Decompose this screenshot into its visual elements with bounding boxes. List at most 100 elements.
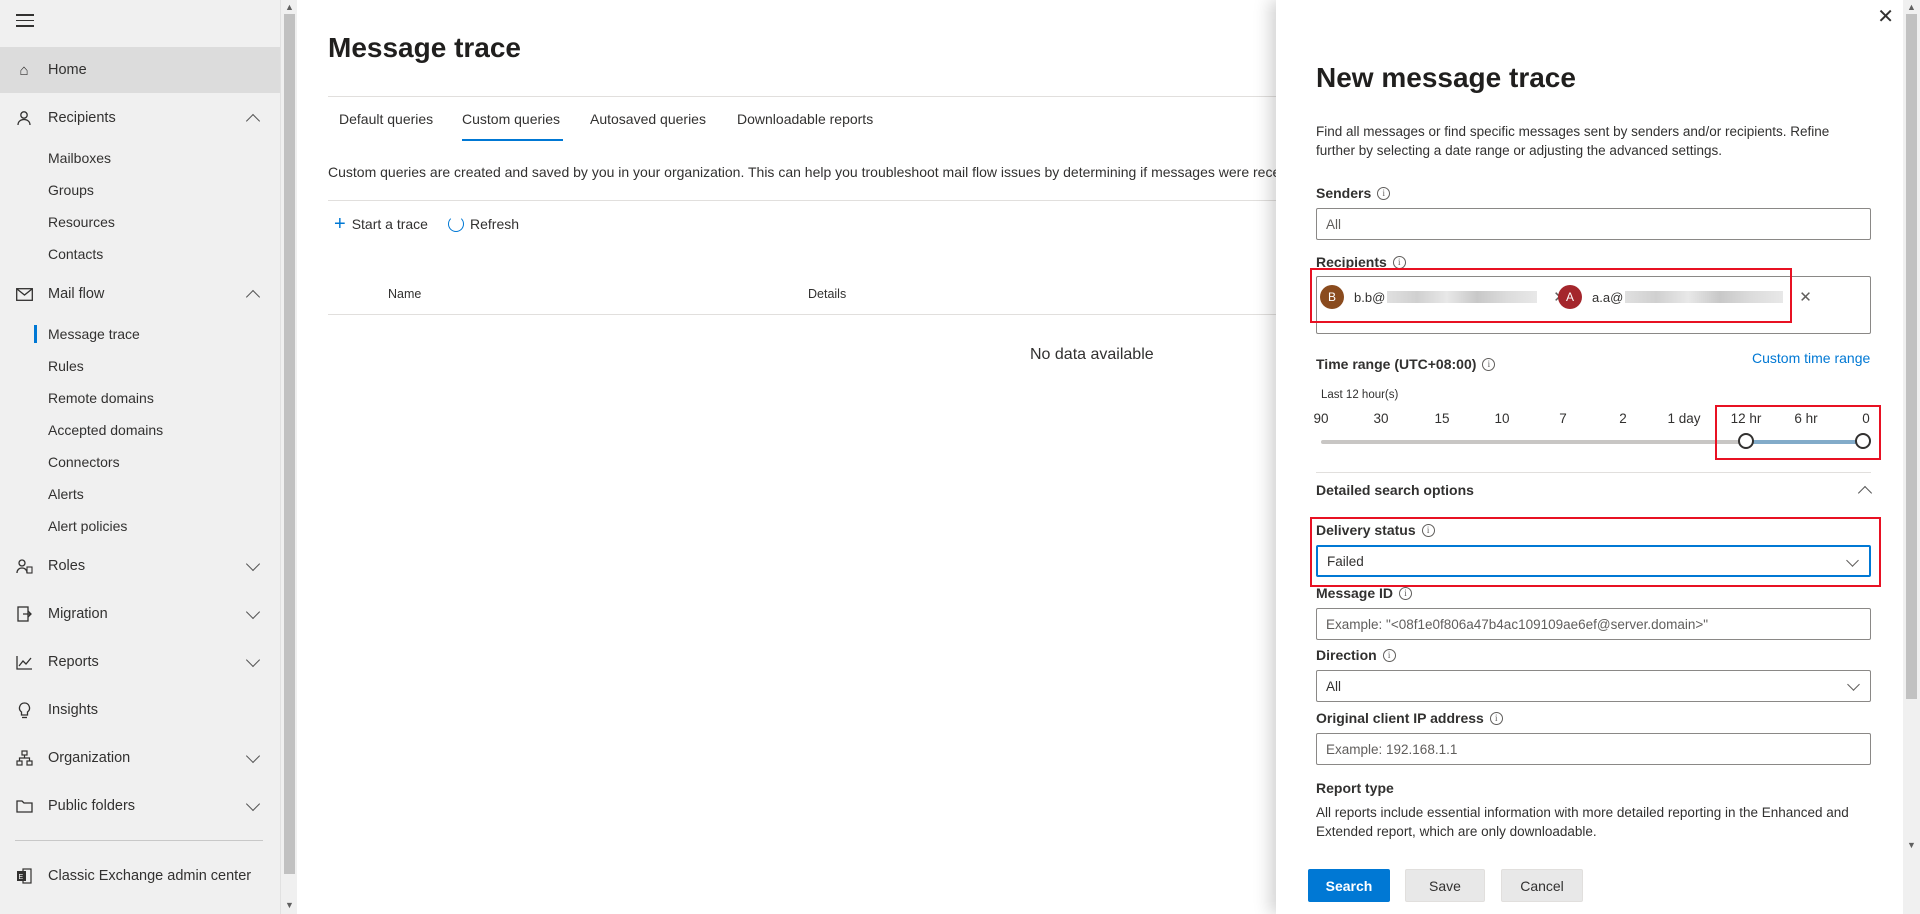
- nav-item-migration[interactable]: Migration: [0, 591, 280, 637]
- scroll-down-icon[interactable]: ▼: [1907, 840, 1916, 850]
- nav-item-public-folders[interactable]: Public folders: [0, 783, 280, 829]
- nav-item-mail-flow[interactable]: Mail flow: [0, 271, 280, 317]
- selected-range-text: Last 12 hour(s): [1321, 389, 1399, 401]
- lightbulb-icon: [15, 701, 33, 719]
- nav-sub-alert-policies[interactable]: Alert policies: [48, 518, 127, 534]
- chevron-down-icon[interactable]: [245, 748, 261, 764]
- chevron-down-icon[interactable]: [245, 652, 261, 668]
- panel-scrollbar[interactable]: ▲ ▼: [1903, 0, 1920, 914]
- nav-item-home[interactable]: ⌂ Home: [0, 47, 280, 93]
- nav-sub-alerts[interactable]: Alerts: [48, 486, 84, 502]
- tick-label: 1 day: [1667, 411, 1701, 426]
- message-id-input[interactable]: Example: "<08f1e0f806a47b4ac109109ae6ef@…: [1316, 608, 1871, 640]
- time-range-label: Time range (UTC+08:00) i: [1316, 356, 1496, 372]
- cancel-button[interactable]: Cancel: [1501, 869, 1583, 902]
- nav-sub-groups[interactable]: Groups: [48, 182, 94, 198]
- senders-label-text: Senders: [1316, 185, 1372, 201]
- info-icon[interactable]: i: [1382, 648, 1396, 662]
- info-icon[interactable]: i: [1482, 357, 1496, 371]
- chevron-down-icon[interactable]: [245, 796, 261, 812]
- nav-sub-connectors[interactable]: Connectors: [48, 454, 120, 470]
- page-title: Message trace: [328, 32, 522, 63]
- nav-label: Insights: [48, 702, 98, 718]
- client-ip-input[interactable]: Example: 192.168.1.1: [1316, 733, 1871, 765]
- start-trace-button[interactable]: + Start a trace: [334, 214, 428, 234]
- nav-item-classic-eac[interactable]: E Classic Exchange admin center: [0, 853, 280, 899]
- column-header-details[interactable]: Details: [808, 287, 846, 301]
- nav-sub-mailboxes[interactable]: Mailboxes: [48, 150, 111, 166]
- scroll-down-icon[interactable]: ▼: [285, 900, 294, 910]
- nav-sub-accepted-domains[interactable]: Accepted domains: [48, 422, 163, 438]
- search-button[interactable]: Search: [1308, 869, 1390, 902]
- save-button[interactable]: Save: [1405, 869, 1485, 902]
- nav-label: Roles: [48, 558, 86, 574]
- senders-label: Senders i: [1316, 185, 1391, 201]
- tick-label: 10: [1494, 411, 1510, 426]
- chevron-down-icon: [1847, 678, 1860, 691]
- chevron-up-icon[interactable]: [245, 289, 261, 305]
- nav-sub-contacts[interactable]: Contacts: [48, 246, 103, 262]
- nav-sub-message-trace[interactable]: Message trace: [48, 326, 140, 342]
- tab-custom-queries[interactable]: Custom queries: [462, 111, 560, 127]
- tab-downloadable-reports[interactable]: Downloadable reports: [737, 111, 873, 127]
- chevron-up-icon[interactable]: [245, 113, 261, 129]
- nav-sub-remote-domains[interactable]: Remote domains: [48, 390, 154, 406]
- migration-icon: [15, 605, 33, 623]
- custom-time-range-link[interactable]: Custom time range: [1752, 350, 1870, 366]
- column-header-name[interactable]: Name: [388, 287, 421, 301]
- nav-item-recipients[interactable]: Recipients: [0, 95, 280, 141]
- table-divider: [328, 314, 1278, 315]
- tabs-divider: [328, 96, 1278, 97]
- nav-item-roles[interactable]: Roles: [0, 543, 280, 589]
- client-ip-label-text: Original client IP address: [1316, 710, 1484, 726]
- info-icon[interactable]: i: [1377, 186, 1391, 200]
- chevron-up-icon[interactable]: [1857, 485, 1873, 501]
- nav-sub-rules[interactable]: Rules: [48, 358, 84, 374]
- tab-autosaved-queries[interactable]: Autosaved queries: [590, 111, 706, 127]
- nav-label: Reports: [48, 654, 99, 670]
- nav-label: Recipients: [48, 110, 116, 126]
- chart-icon: [15, 653, 33, 671]
- info-icon[interactable]: i: [1489, 711, 1503, 725]
- section-divider: [1316, 472, 1871, 473]
- refresh-label: Refresh: [470, 216, 520, 232]
- nav-label: Classic Exchange admin center: [48, 868, 252, 884]
- refresh-button[interactable]: Refresh: [448, 216, 519, 232]
- no-data-message: No data available: [1030, 346, 1154, 363]
- detailed-search-header[interactable]: Detailed search options: [1316, 482, 1474, 498]
- nav-item-organization[interactable]: Organization: [0, 735, 280, 781]
- nav-label: Home: [48, 62, 87, 78]
- remove-icon[interactable]: ✕: [1799, 288, 1812, 306]
- nav-scrollbar[interactable]: ▲ ▼: [280, 0, 297, 914]
- info-icon[interactable]: i: [1392, 255, 1406, 269]
- scroll-thumb[interactable]: [1906, 14, 1917, 699]
- scroll-up-icon[interactable]: ▲: [285, 2, 294, 12]
- exchange-icon: E: [15, 867, 33, 885]
- info-icon[interactable]: i: [1399, 586, 1413, 600]
- senders-placeholder: All: [1326, 216, 1342, 232]
- hamburger-icon[interactable]: [16, 14, 34, 30]
- tab-default-queries[interactable]: Default queries: [339, 111, 433, 127]
- tick-label: 7: [1559, 411, 1567, 426]
- nav-item-insights[interactable]: Insights: [0, 687, 280, 733]
- tab-active-indicator: [462, 139, 563, 141]
- nav-item-reports[interactable]: Reports: [0, 639, 280, 685]
- nav-label: Organization: [48, 750, 131, 766]
- message-id-label-text: Message ID: [1316, 585, 1394, 601]
- scroll-up-icon[interactable]: ▲: [1907, 2, 1916, 12]
- senders-input[interactable]: All: [1316, 208, 1871, 240]
- scroll-thumb[interactable]: [284, 14, 295, 874]
- nav-divider: [15, 840, 263, 841]
- home-icon: ⌂: [19, 61, 29, 79]
- highlight-box: [1310, 517, 1881, 587]
- nav-label: Public folders: [48, 798, 136, 814]
- chevron-down-icon[interactable]: [245, 604, 261, 620]
- tick-label: 30: [1373, 411, 1389, 426]
- nav-sub-resources[interactable]: Resources: [48, 214, 115, 230]
- mail-icon: [15, 285, 33, 303]
- report-type-description: All reports include essential informatio…: [1316, 805, 1849, 839]
- chevron-down-icon[interactable]: [245, 556, 261, 572]
- close-icon[interactable]: ✕: [1877, 4, 1894, 29]
- direction-dropdown[interactable]: All: [1316, 670, 1871, 702]
- divider: [328, 200, 1278, 201]
